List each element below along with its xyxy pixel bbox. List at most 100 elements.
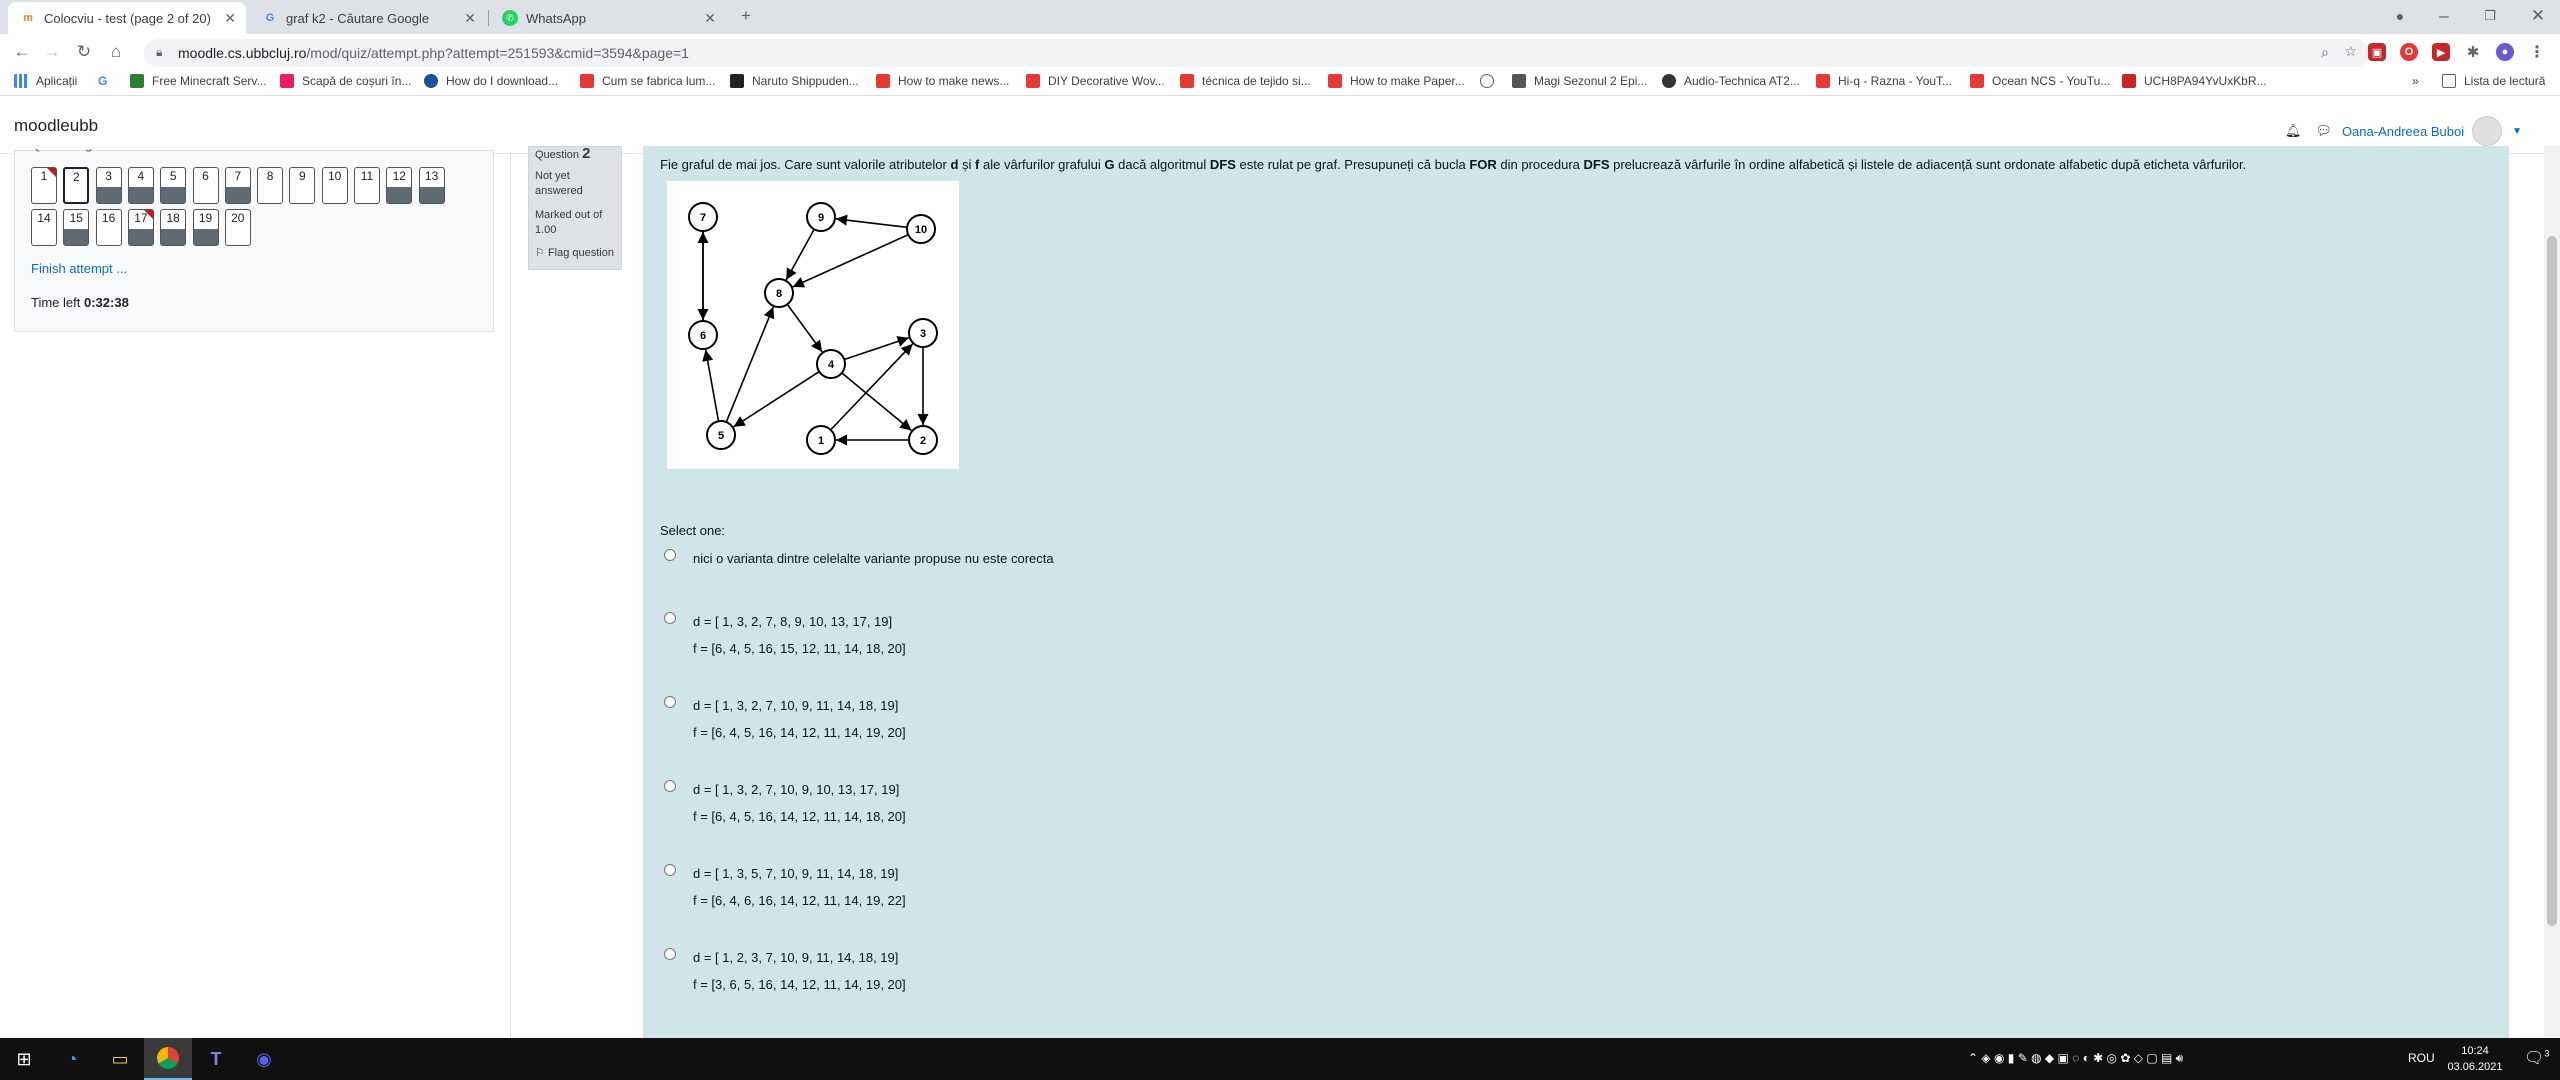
bookmark-8[interactable]: técnica de tejido si... [1180, 74, 1311, 88]
windows-start-icon[interactable]: ⊞ [0, 1038, 48, 1080]
tab-colocviu[interactable]: m Colocviu - test (page 2 of 20) ✕ [8, 2, 246, 34]
message-icon[interactable]: 💬︎ [2315, 123, 2332, 139]
home-icon[interactable]: ⌂ [104, 40, 128, 64]
question-text-bold: DFS [1209, 157, 1236, 172]
radio-button[interactable] [664, 549, 676, 561]
flag-question[interactable]: ⚐︎ Flag question [535, 246, 615, 261]
bookmarks-overflow-icon[interactable]: » [2412, 74, 2419, 88]
bookmark-11[interactable]: Magi Sezonul 2 Epi... [1512, 74, 1647, 88]
reload-icon[interactable]: ↻ [72, 40, 96, 64]
discord-icon[interactable]: ◉ [240, 1038, 288, 1080]
clock[interactable]: 10:24 03.06.2021 [2440, 1043, 2510, 1075]
question-nav-number: 8 [266, 169, 274, 183]
question-nav-button[interactable]: 7 [224, 167, 251, 204]
radio-button[interactable] [664, 696, 676, 708]
question-text-part: dacă algoritmul [1114, 157, 1210, 172]
bookmark-3[interactable]: How do I download... [424, 74, 558, 88]
tab-whatsapp[interactable]: ✆ WhatsApp ✕ [490, 2, 726, 34]
browser-menu-icon[interactable]: ⋮ [2528, 43, 2546, 61]
address-bar[interactable]: 🔒︎ moodle.cs.ubbcluj.ro/mod/quiz/attempt… [144, 39, 2369, 67]
question-nav-button[interactable]: 14 [31, 209, 57, 246]
profile-avatar-icon[interactable]: ● [2496, 43, 2514, 61]
question-nav-number: 2 [72, 170, 80, 184]
chevron-down-icon[interactable]: ▼ [2512, 126, 2522, 137]
bookmark-13[interactable]: Hi-q - Razna - YouT... [1816, 74, 1952, 88]
bookmark-google[interactable]: G [98, 74, 120, 88]
back-icon[interactable]: ← [10, 40, 34, 64]
minimize-icon[interactable]: – [2432, 4, 2456, 28]
question-nav-button[interactable]: 19 [192, 209, 219, 246]
graph-node-label: 5 [718, 430, 724, 442]
bookmark-7[interactable]: DIY Decorative Wov... [1026, 74, 1165, 88]
zoom-search-icon[interactable]: ⌕ [2321, 44, 2329, 61]
bookmarks-bar: Aplicații G Free Minecraft Serv... Scapă… [0, 70, 2560, 96]
answered-indicator [419, 187, 444, 203]
bookmark-15[interactable]: UCH8PA94YvUxKbR... [2122, 74, 2267, 88]
extension-red-icon[interactable]: ▶ [2432, 43, 2450, 61]
tab-google[interactable]: G graf k2 - Căutare Google ✕ [250, 2, 486, 34]
question-nav-button[interactable]: 2 [63, 167, 90, 204]
finish-attempt-link[interactable]: Finish attempt ... [31, 261, 127, 276]
bookmark-6[interactable]: How to make news... [876, 74, 1009, 88]
bookmark-14[interactable]: Ocean NCS - YouTu... [1970, 74, 2110, 88]
reading-list[interactable]: Lista de lectură [2442, 74, 2545, 88]
bookmark-4[interactable]: Cum se fabrica lum... [580, 74, 715, 88]
site-brand[interactable]: moodleubb [14, 116, 98, 136]
question-nav-button[interactable]: 18 [160, 209, 187, 246]
bookmark-label: técnica de tejido si... [1202, 74, 1311, 88]
question-nav-button[interactable]: 3 [95, 167, 122, 204]
bookmark-9[interactable]: How to make Paper... [1328, 74, 1465, 88]
radio-button[interactable] [664, 780, 676, 792]
extension-pocket-icon[interactable]: ▣ [2368, 43, 2386, 61]
answered-indicator [387, 187, 412, 203]
close-icon[interactable]: ✕ [224, 10, 236, 27]
forward-icon[interactable]: → [40, 40, 64, 64]
bookmark-10[interactable] [1480, 74, 1502, 88]
file-explorer-icon[interactable]: ▭ [96, 1038, 144, 1080]
teams-icon[interactable]: T [192, 1038, 240, 1080]
extension-opera-icon[interactable]: O [2400, 43, 2418, 61]
question-nav-button[interactable]: 5 [160, 167, 187, 204]
bookmark-2[interactable]: Scapă de coșuri în... [280, 74, 411, 88]
bookmark-12[interactable]: Audio-Technica AT2... [1662, 74, 1800, 88]
chrome-icon[interactable] [144, 1038, 192, 1080]
question-nav-button[interactable]: 6 [192, 167, 219, 204]
flag-indicator-icon [143, 210, 153, 219]
bell-icon[interactable]: 🔔︎ [2285, 123, 2302, 139]
radio-button[interactable] [664, 864, 676, 876]
bookmark-star-icon[interactable]: ☆ [2344, 43, 2357, 60]
question-nav-button[interactable]: 13 [418, 167, 445, 204]
question-nav-button[interactable]: 4 [127, 167, 154, 204]
question-nav-button[interactable]: 8 [257, 167, 284, 204]
question-nav-button[interactable]: 11 [354, 167, 380, 204]
input-language[interactable]: ROU [2408, 1051, 2435, 1065]
bookmark-1[interactable]: Free Minecraft Serv... [130, 74, 266, 88]
page-scrollbar[interactable] [2544, 146, 2560, 1038]
new-tab-icon[interactable]: + [734, 4, 758, 28]
tab-search-icon[interactable]: ● [2388, 4, 2412, 28]
bookmark-apps[interactable]: Aplicații [14, 74, 77, 88]
question-nav-button[interactable]: 15 [63, 209, 90, 246]
extensions-puzzle-icon[interactable]: ✱ [2464, 43, 2482, 61]
tray-icons[interactable]: ⌃ ◈ ◉ ▮ ✎ ◍ ◆ ▣ ◌ ◐ ✱ ◎ ✿ ◇ ▢ ▤ 🔊︎ [1968, 1051, 2183, 1066]
radio-button[interactable] [664, 612, 676, 624]
question-nav-button[interactable]: 9 [289, 167, 316, 204]
question-text-bold: G [1104, 157, 1115, 172]
close-icon[interactable]: ✕ [704, 10, 716, 27]
question-nav-button[interactable]: 20 [224, 209, 251, 246]
notification-icon[interactable]: 🗨︎3 [2524, 1048, 2549, 1068]
question-nav-button[interactable]: 16 [95, 209, 122, 246]
question-nav-number: 19 [198, 211, 213, 225]
restore-icon[interactable]: ❐ [2478, 4, 2502, 28]
scrollbar-thumb[interactable] [2547, 236, 2557, 926]
edge-icon[interactable]: ◔ [48, 1038, 96, 1080]
radio-button[interactable] [664, 948, 676, 960]
question-nav-button[interactable]: 1 [31, 167, 57, 204]
close-icon[interactable]: ✕ [464, 10, 476, 27]
question-nav-button[interactable]: 17 [127, 209, 154, 246]
question-nav-button[interactable]: 12 [386, 167, 413, 204]
bookmark-5[interactable]: Naruto Shippuden... [730, 74, 859, 88]
window-close-icon[interactable]: ✕ [2526, 4, 2550, 28]
user-menu[interactable]: 🔔︎ 💬︎ Oana-Andreea Buboi ▼ [2285, 116, 2522, 146]
question-nav-button[interactable]: 10 [321, 167, 348, 204]
